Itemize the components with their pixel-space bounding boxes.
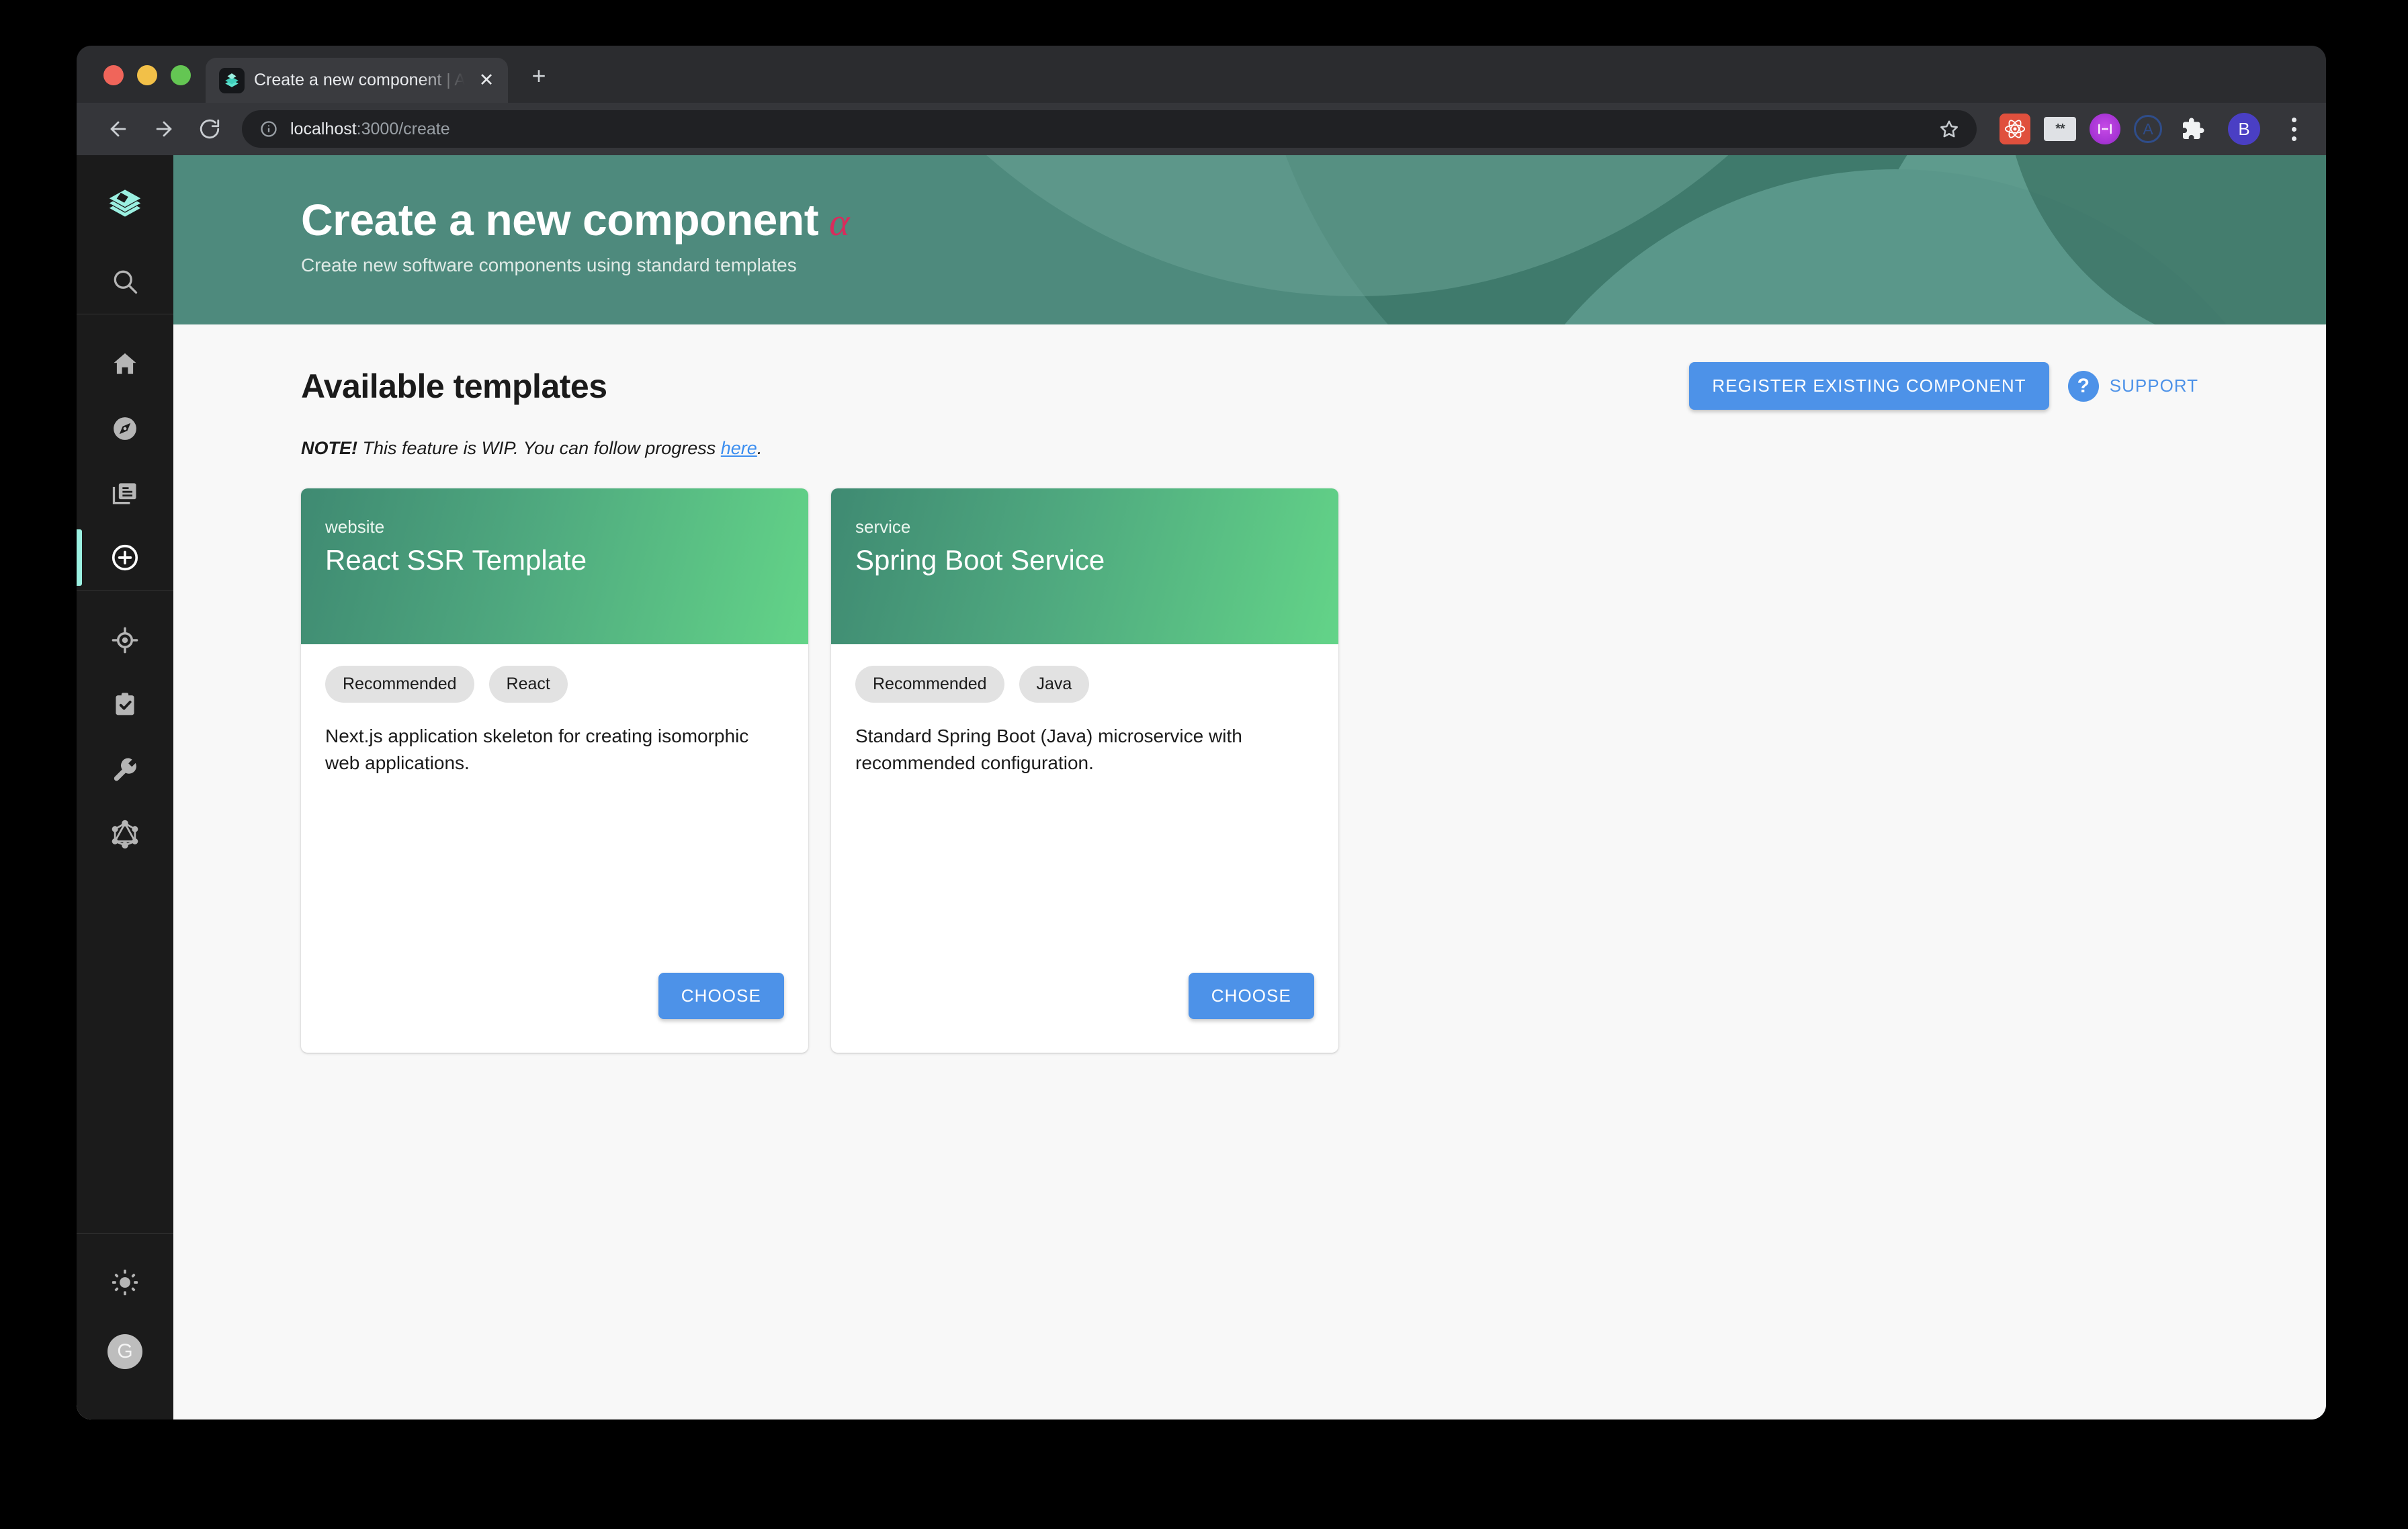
sidebar-item-home[interactable]	[77, 332, 173, 396]
template-card[interactable]: website React SSR Template Recommended R…	[301, 488, 808, 1053]
register-existing-component-button[interactable]: REGISTER EXISTING COMPONENT	[1689, 362, 2049, 410]
sidebar-item-docs[interactable]	[77, 461, 173, 525]
sidebar-group-bottom: G	[77, 1233, 173, 1419]
forward-arrow-icon[interactable]	[145, 110, 183, 148]
sidebar-logo[interactable]	[77, 155, 173, 249]
page-header-banner: Create a new component α Create new softw…	[173, 155, 2326, 324]
url-path: :3000/create	[356, 119, 450, 138]
sidebar-item-tasks[interactable]	[77, 672, 173, 737]
page-content: Create a new component α Create new softw…	[173, 155, 2326, 1419]
window-traffic-lights	[77, 65, 206, 103]
reload-icon[interactable]	[191, 110, 228, 148]
template-name: Spring Boot Service	[855, 544, 1105, 576]
choose-button[interactable]: CHOOSE	[658, 973, 784, 1019]
template-tags: Recommended Java	[855, 666, 1314, 703]
sidebar-item-graphiql[interactable]	[77, 801, 173, 866]
wip-note: NOTE! This feature is WIP. You can follo…	[301, 438, 2198, 459]
template-card-actions: CHOOSE	[831, 973, 1338, 1053]
note-suffix: .	[757, 438, 763, 458]
page-subtitle: Create new software components using sta…	[301, 255, 797, 275]
note-bold-prefix: NOTE!	[301, 438, 357, 458]
address-bar-url: localhost:3000/create	[290, 120, 450, 139]
user-settings-avatar[interactable]: G	[77, 1315, 173, 1389]
window-maximize-button[interactable]	[171, 65, 191, 85]
sidebar-item-create[interactable]	[77, 525, 173, 590]
address-bar[interactable]: localhost:3000/create	[242, 110, 1977, 148]
sidebar-divider	[77, 1233, 173, 1234]
main-header-row: Available templates REGISTER EXISTING CO…	[301, 324, 2198, 410]
sidebar-group-plugins	[77, 591, 173, 866]
application-root: G Create a new component α Create new sof…	[77, 155, 2326, 1419]
star-icon[interactable]	[1939, 119, 1959, 139]
window-minimize-button[interactable]	[137, 65, 157, 85]
avatar: G	[108, 1334, 142, 1369]
circle-a-icon[interactable]: A	[2134, 115, 2162, 143]
template-tag[interactable]: Recommended	[855, 666, 1004, 703]
browser-tab-title: Create a new component | Avai	[254, 71, 465, 89]
puzzle-extensions-icon[interactable]	[2176, 112, 2210, 146]
backstage-logo-icon	[219, 67, 245, 93]
theme-toggle-button[interactable]	[77, 1250, 173, 1315]
browser-toolbar: localhost:3000/create ** A B	[77, 103, 2326, 155]
sidebar-group-top	[77, 249, 173, 314]
sidebar-group-main	[77, 314, 173, 590]
template-grid: website React SSR Template Recommended R…	[301, 488, 2198, 1053]
regex-tester-icon[interactable]: **	[2044, 117, 2076, 141]
template-card-body: Recommended Java Standard Spring Boot (J…	[831, 644, 1338, 973]
alpha-badge: α	[829, 200, 850, 244]
react-devtools-icon[interactable]	[2000, 114, 2030, 144]
sidebar-item-tech-radar[interactable]	[77, 608, 173, 672]
template-description: Standard Spring Boot (Java) microservice…	[855, 726, 1242, 773]
sidebar-item-explore[interactable]	[77, 396, 173, 461]
window-close-button[interactable]	[103, 65, 124, 85]
info-circle-icon[interactable]	[259, 120, 278, 138]
note-progress-link[interactable]: here	[721, 438, 757, 458]
back-arrow-icon[interactable]	[99, 110, 137, 148]
support-label: SUPPORT	[2109, 376, 2198, 396]
template-card-banner: service Spring Boot Service	[831, 488, 1338, 644]
template-tag[interactable]: React	[488, 666, 568, 703]
template-kind: service	[855, 517, 911, 537]
profile-avatar[interactable]: B	[2228, 113, 2260, 145]
plus-icon[interactable]: +	[525, 64, 552, 88]
template-card-actions: CHOOSE	[301, 973, 808, 1053]
template-card[interactable]: service Spring Boot Service Recommended …	[831, 488, 1338, 1053]
sidebar-item-tools[interactable]	[77, 737, 173, 801]
sidebar-item-search[interactable]	[77, 249, 173, 314]
note-text: This feature is WIP. You can follow prog…	[357, 438, 721, 458]
purple-face-icon[interactable]	[2090, 114, 2120, 144]
browser-tab[interactable]: Create a new component | Avai ✕	[206, 58, 508, 103]
page-header-text: Create a new component α Create new softw…	[173, 155, 2326, 276]
template-kind: website	[325, 517, 385, 537]
main-area: Available templates REGISTER EXISTING CO…	[173, 324, 2326, 1053]
help-circle-icon: ?	[2067, 370, 2099, 402]
kebab-menu-icon[interactable]	[2279, 117, 2309, 141]
template-tags: Recommended React	[325, 666, 784, 703]
url-host: localhost	[290, 119, 357, 138]
template-description: Next.js application skeleton for creatin…	[325, 726, 749, 773]
browser-window: Create a new component | Avai ✕ + localh…	[77, 46, 2326, 1419]
choose-button[interactable]: CHOOSE	[1188, 973, 1314, 1019]
template-card-body: Recommended React Next.js application sk…	[301, 644, 808, 973]
tab-strip: Create a new component | Avai ✕ +	[77, 46, 2326, 103]
support-link[interactable]: ? SUPPORT	[2067, 370, 2198, 402]
section-title: Available templates	[301, 367, 607, 405]
close-icon[interactable]: ✕	[474, 71, 499, 89]
template-tag[interactable]: Java	[1019, 666, 1090, 703]
template-name: React SSR Template	[325, 544, 587, 576]
page-title: Create a new component	[301, 195, 819, 245]
header-actions: REGISTER EXISTING COMPONENT ? SUPPORT	[1689, 362, 2198, 410]
template-tag[interactable]: Recommended	[325, 666, 474, 703]
template-card-banner: website React SSR Template	[301, 488, 808, 644]
sidebar: G	[77, 155, 173, 1419]
